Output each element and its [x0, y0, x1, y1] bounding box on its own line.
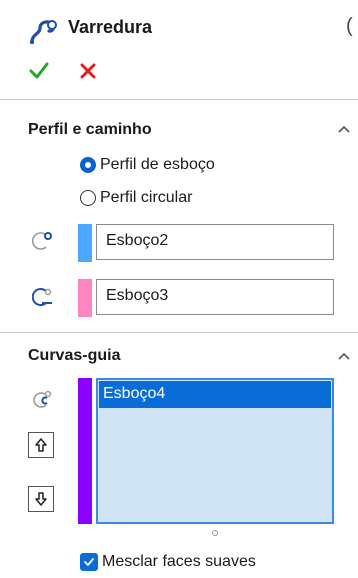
sweep-feature-icon	[29, 20, 57, 45]
chevron-up-icon[interactable]	[337, 124, 351, 134]
merge-smooth-faces-checkbox[interactable]	[80, 553, 98, 571]
section-title-guide-curves: Curvas-guia	[28, 347, 121, 364]
section-title-profile-path: Perfil e caminho	[28, 121, 152, 138]
radio-circular-profile[interactable]: Perfil circular	[80, 186, 192, 210]
path-selection-field[interactable]: Esboço3	[96, 279, 334, 315]
divider	[0, 332, 358, 333]
radio-button-checked[interactable]	[80, 157, 96, 173]
path-color-swatch	[78, 279, 92, 317]
radio-sketch-profile[interactable]: Perfil de esboço	[80, 153, 215, 177]
radio-label: Perfil circular	[100, 189, 193, 206]
divider	[0, 99, 358, 100]
profile-selection-field[interactable]: Esboço2	[96, 224, 334, 260]
checkmark-icon[interactable]	[28, 60, 50, 82]
path-selection-icon	[32, 288, 52, 306]
list-resize-handle[interactable]	[212, 530, 218, 536]
arrow-down-icon	[35, 492, 47, 506]
feature-title: Varredura	[68, 17, 153, 37]
x-icon[interactable]	[78, 61, 98, 81]
move-down-button[interactable]	[28, 486, 54, 512]
merge-smooth-faces-option[interactable]: Mesclar faces suaves	[80, 553, 256, 571]
checkmark-icon	[84, 558, 94, 566]
profile-color-swatch	[78, 224, 92, 262]
property-manager-header: Varredura (	[0, 0, 358, 56]
arrow-up-icon	[35, 438, 47, 452]
radio-button-unchecked[interactable]	[80, 190, 96, 206]
chevron-up-icon[interactable]	[337, 351, 351, 361]
guide-curve-color-swatch	[78, 378, 92, 524]
merge-smooth-faces-label: Mesclar faces suaves	[102, 553, 256, 570]
guide-curves-list[interactable]: Esboço4	[96, 378, 334, 524]
guide-curve-selection-icon	[33, 390, 52, 408]
list-item-guide-curve[interactable]: Esboço4	[99, 381, 331, 408]
help-icon[interactable]: (	[346, 15, 353, 38]
profile-selection-icon	[32, 232, 52, 250]
radio-label: Perfil de esboço	[100, 156, 215, 173]
move-up-button[interactable]	[28, 432, 54, 458]
